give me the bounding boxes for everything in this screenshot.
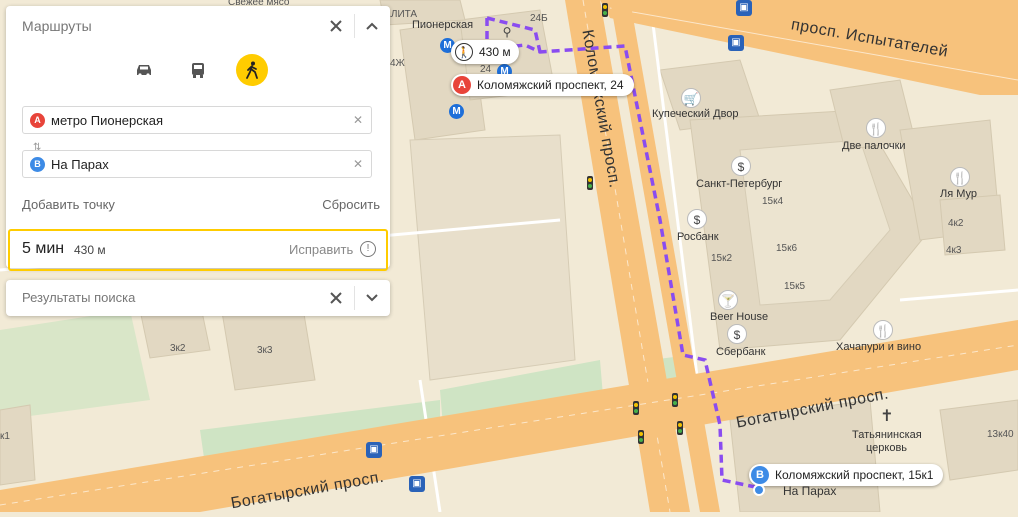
label-hachapuri: Хачапури и вино: [836, 341, 922, 353]
search-results-title: Результаты поиска: [22, 290, 136, 305]
to-input[interactable]: [51, 155, 341, 173]
end-pin-label: Коломяжский проспект, 15к1: [775, 468, 934, 482]
traffic-light-icon: [587, 176, 593, 190]
cocktail-icon[interactable]: 🍸: [718, 290, 738, 310]
label-3k2: 3к2: [170, 343, 186, 354]
end-sublabel: На Парах: [783, 484, 837, 498]
label-13k40: 13к40: [987, 429, 1014, 440]
label-tserkov: церковь: [866, 442, 908, 454]
routes-panel-header: Маршруты: [6, 6, 390, 46]
end-pin[interactable]: B Коломяжский проспект, 15к1: [749, 464, 944, 486]
search-results-panel: Результаты поиска: [6, 280, 390, 316]
dollar-icon[interactable]: $: [727, 324, 747, 344]
end-pin-badge: B: [751, 466, 769, 484]
route-time: 5 мин: [22, 240, 65, 257]
collapse-button[interactable]: [355, 6, 389, 46]
start-pin[interactable]: A Коломяжский проспект, 24: [451, 74, 634, 96]
dollar-icon[interactable]: $: [731, 156, 751, 176]
label-beer-house: Beer House: [710, 311, 769, 323]
start-pin-badge: A: [453, 76, 471, 94]
clear-from-icon[interactable]: ✕: [353, 113, 363, 127]
fork-knife-icon[interactable]: 🍴: [866, 118, 886, 138]
bus-stop-icon[interactable]: ▣: [736, 0, 752, 16]
from-badge: A: [30, 113, 45, 128]
mode-walk-button[interactable]: [236, 54, 268, 86]
label-pionerskaya: Пионерская: [412, 19, 474, 31]
route-actions: Добавить точку Сбросить: [22, 197, 380, 212]
traffic-light-icon: [602, 3, 608, 17]
mode-bus-button[interactable]: [182, 54, 214, 86]
label-15k6: 15к6: [776, 243, 798, 254]
route-option[interactable]: 5 мин 430 м Исправить !: [8, 229, 388, 271]
label-spb: Санкт-Петербург: [696, 178, 783, 190]
walk-icon: [246, 61, 258, 79]
traffic-light-icon: [672, 393, 678, 407]
bus-stop-icon[interactable]: ▣: [409, 476, 425, 492]
to-field[interactable]: B ✕: [22, 150, 372, 178]
close-button[interactable]: [319, 6, 353, 46]
cart-icon[interactable]: 🛒: [681, 88, 701, 108]
traffic-light-icon: [677, 421, 683, 435]
bike-icon[interactable]: ⚲: [497, 22, 517, 42]
info-icon[interactable]: !: [360, 241, 376, 257]
start-pin-label: Коломяжский проспект, 24: [477, 78, 624, 92]
car-icon: [137, 65, 151, 77]
traffic-light-icon: [633, 401, 639, 415]
label-24b: 24Б: [530, 13, 548, 24]
label-dve-palochki: Две палочки: [842, 140, 906, 152]
transport-modes: [6, 46, 390, 104]
label-15k2: 15к2: [711, 253, 733, 264]
label-15k5: 15к5: [784, 281, 806, 292]
fork-knife-icon[interactable]: 🍴: [873, 320, 893, 340]
label-rosbank: Росбанк: [677, 231, 719, 243]
bus-stop-icon[interactable]: ▣: [728, 35, 744, 51]
reset-link[interactable]: Сбросить: [322, 197, 380, 212]
chevron-down-icon: [366, 294, 378, 302]
add-point-link[interactable]: Добавить точку: [22, 197, 115, 212]
label-tatyaninskaya: Татьянинская: [852, 429, 922, 441]
label-k1: к1: [0, 431, 10, 442]
from-input[interactable]: [51, 111, 341, 129]
fork-knife-icon[interactable]: 🍴: [950, 167, 970, 187]
walk-icon: 🚶: [455, 43, 473, 61]
from-field[interactable]: A ✕: [22, 106, 372, 134]
label-4k3: 4к3: [946, 245, 962, 256]
walk-distance-bubble[interactable]: 🚶 430 м: [451, 40, 519, 64]
routes-panel: Маршруты A ✕ ⇅ B ✕ Добавить точку Сброси…: [6, 6, 390, 271]
mode-car-button[interactable]: [128, 54, 160, 86]
search-expand-button[interactable]: [355, 280, 389, 316]
traffic-light-icon: [638, 430, 644, 444]
bus-stop-icon[interactable]: ▣: [366, 442, 382, 458]
bus-icon: [192, 63, 204, 78]
route-distance: 430 м: [74, 243, 106, 257]
walk-distance: 430 м: [479, 45, 511, 59]
end-pin-dot: [753, 484, 765, 496]
label-kupechesky: Купеческий Двор: [652, 108, 739, 120]
label-lya-mur: Ля Мур: [940, 188, 978, 200]
label-4k2: 4к2: [948, 218, 964, 229]
label-4zh: 4Ж: [390, 58, 405, 69]
to-badge: B: [30, 157, 45, 172]
label-3k3: 3к3: [257, 345, 273, 356]
label-15k4: 15к4: [762, 196, 784, 207]
close-icon: [330, 20, 342, 32]
church-cross-icon[interactable]: ✝: [877, 407, 897, 427]
dollar-icon[interactable]: $: [687, 209, 707, 229]
routes-panel-title: Маршруты: [22, 18, 92, 34]
chevron-up-icon: [366, 22, 378, 30]
close-icon: [330, 292, 342, 304]
metro-icon[interactable]: M: [449, 104, 464, 119]
fix-link[interactable]: Исправить: [289, 242, 353, 257]
search-close-button[interactable]: [319, 280, 353, 316]
clear-to-icon[interactable]: ✕: [353, 157, 363, 171]
label-sberbank: Сбербанк: [716, 346, 766, 358]
